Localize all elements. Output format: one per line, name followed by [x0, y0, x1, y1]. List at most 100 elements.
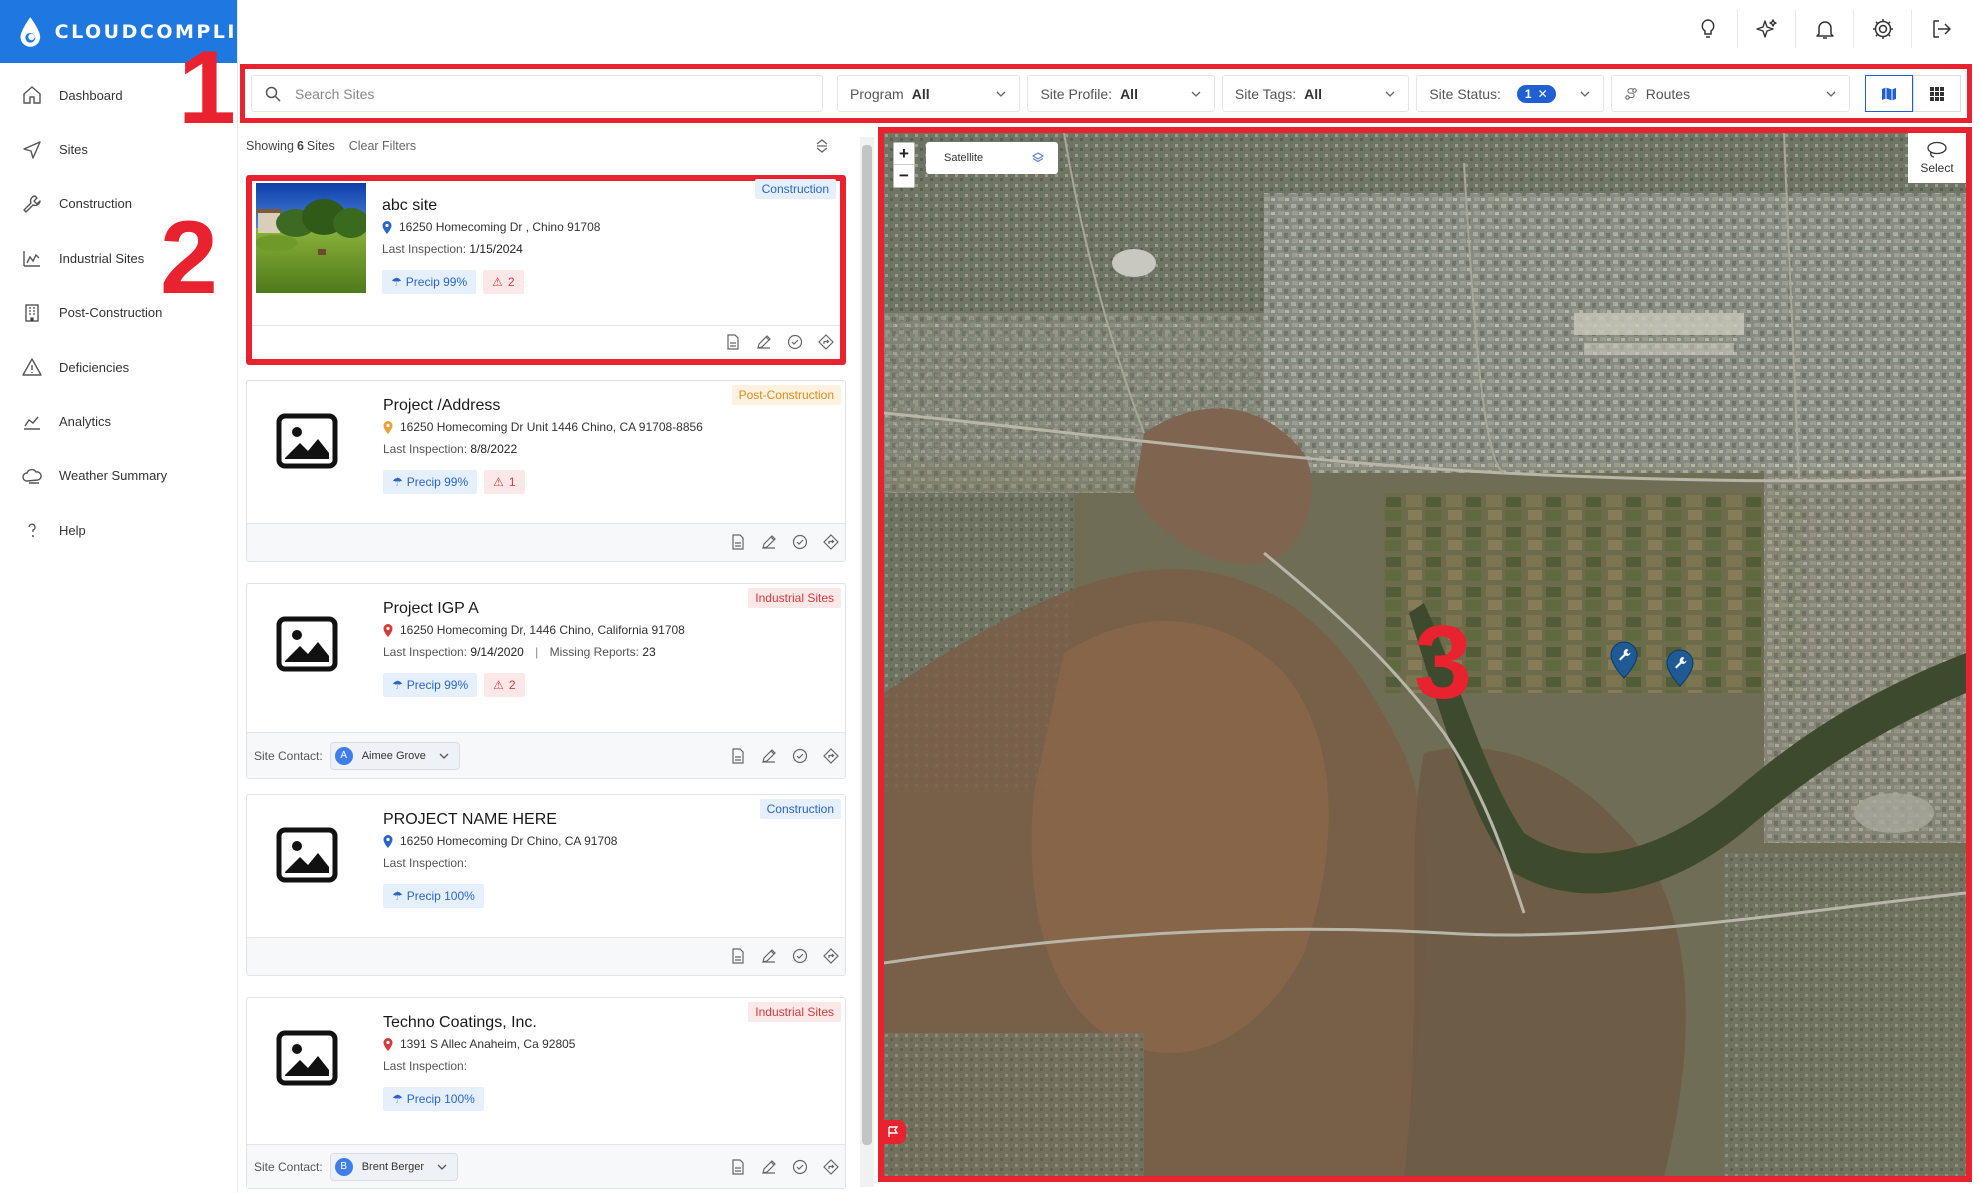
card-footer: [247, 523, 845, 561]
scrollbar-thumb[interactable]: [862, 145, 872, 1145]
routes-filter[interactable]: Routes: [1610, 75, 1850, 112]
sidebar-item-deficiencies[interactable]: Deficiencies: [0, 340, 237, 394]
warning-icon: ⚠: [493, 475, 504, 489]
gear-icon[interactable]: [1853, 10, 1911, 48]
program-filter-text: Program All: [850, 86, 930, 102]
site-card[interactable]: Construction PROJECT NAME HERE 16250 Hom…: [246, 794, 846, 976]
check-circle-icon[interactable]: [792, 948, 808, 964]
map-icon: [1881, 87, 1896, 100]
site-tags-label: Site Tags:: [1234, 85, 1297, 102]
search-box[interactable]: [251, 75, 824, 112]
bell-icon[interactable]: [1795, 10, 1853, 48]
avatar: A: [334, 746, 353, 765]
check-circle-icon[interactable]: [787, 334, 803, 350]
map-view-button[interactable]: [1864, 75, 1913, 112]
site-name[interactable]: PROJECT NAME HERE: [383, 811, 837, 829]
card-footer: Site Contact: A Aimee Grove: [247, 732, 845, 778]
list-scrollbar[interactable]: [860, 137, 874, 1187]
directions-icon[interactable]: [823, 948, 839, 964]
image-placeholder-icon: [276, 413, 338, 469]
chevron-down-icon: [1826, 91, 1836, 97]
status-count-chip[interactable]: 1 ✕: [1516, 84, 1556, 103]
site-marker-wrench-icon[interactable]: [1666, 649, 1694, 687]
site-contact-select[interactable]: A Aimee Grove: [329, 741, 460, 770]
site-name[interactable]: Project IGP A: [383, 600, 837, 618]
deficiency-badge[interactable]: ⚠ 2: [484, 673, 525, 697]
showing-suffix: Sites: [306, 139, 335, 153]
zoom-out-button[interactable]: −: [894, 165, 914, 187]
rain-icon: ☂: [392, 678, 403, 692]
document-icon[interactable]: [730, 534, 746, 550]
map-panel[interactable]: + − Satellite Select 3: [878, 127, 1972, 1182]
clear-filters-link[interactable]: Clear Filters: [349, 139, 416, 153]
zoom-in-button[interactable]: +: [894, 143, 914, 165]
chevron-down-icon: [1191, 91, 1201, 97]
edit-icon[interactable]: [756, 334, 772, 350]
precip-value: Precip 100%: [406, 1092, 475, 1106]
site-name[interactable]: Project /Address: [383, 397, 837, 415]
check-circle-icon[interactable]: [792, 748, 808, 764]
precip-badge[interactable]: ☂ Precip 99%: [383, 673, 478, 697]
map-select-tool[interactable]: Select: [1908, 133, 1966, 183]
directions-icon[interactable]: [823, 748, 839, 764]
site-card[interactable]: Industrial Sites Project IGP A 16250 Hom…: [246, 583, 846, 779]
precip-badge[interactable]: ☂ Precip 99%: [383, 470, 478, 494]
precip-badge[interactable]: ☂ Precip 100%: [383, 884, 484, 908]
site-name[interactable]: Techno Coatings, Inc.: [383, 1014, 837, 1032]
sidebar-item-analytics[interactable]: Analytics: [0, 394, 237, 448]
list-header: Showing 6 Sites Clear Filters: [240, 127, 860, 165]
card-body: PROJECT NAME HERE 16250 Homecoming Dr Ch…: [383, 811, 837, 908]
document-icon[interactable]: [730, 1159, 746, 1175]
site-profile-filter[interactable]: Site Profile: All: [1027, 75, 1215, 112]
lightbulb-icon[interactable]: [1679, 10, 1737, 48]
sidebar-item-weather-summary[interactable]: Weather Summary: [0, 449, 237, 503]
sparkle-icon[interactable]: [1737, 10, 1795, 48]
site-contact-select[interactable]: B Brent Berger: [329, 1152, 459, 1181]
directions-icon[interactable]: [823, 534, 839, 550]
deficiency-badge[interactable]: ⚠ 1: [484, 470, 525, 494]
site-card[interactable]: Construction abc site 16250 Homecoming D…: [246, 175, 846, 365]
edit-icon[interactable]: [761, 948, 777, 964]
site-card[interactable]: Post-Construction Project /Address 16250…: [246, 380, 846, 562]
last-inspection-date: 1/15/2024: [469, 242, 523, 256]
directions-icon[interactable]: [823, 1159, 839, 1175]
zoom-control: + −: [893, 142, 915, 188]
rain-icon: ☂: [392, 1092, 403, 1106]
showing-count: 6: [296, 139, 304, 153]
site-name[interactable]: abc site: [382, 197, 832, 215]
program-filter[interactable]: Program All: [837, 75, 1021, 112]
site-marker-wrench-icon[interactable]: [1610, 641, 1638, 679]
map-layer-select[interactable]: Satellite: [926, 142, 1058, 174]
check-circle-icon[interactable]: [792, 534, 808, 550]
document-icon[interactable]: [730, 748, 746, 764]
document-icon[interactable]: [725, 334, 741, 350]
site-card[interactable]: Industrial Sites Techno Coatings, Inc. 1…: [246, 997, 846, 1189]
precip-value: Precip 99%: [405, 275, 468, 289]
logout-icon[interactable]: [1911, 10, 1969, 48]
factory-icon: [21, 247, 43, 269]
program-value: All: [911, 85, 930, 102]
directions-icon[interactable]: [818, 334, 834, 350]
warning-icon: [21, 356, 43, 378]
site-status-label: Site Status:: [1429, 85, 1501, 102]
check-circle-icon[interactable]: [792, 1159, 808, 1175]
edit-icon[interactable]: [761, 748, 777, 764]
precip-badge[interactable]: ☂ Precip 100%: [383, 1087, 484, 1111]
sidebar-item-help[interactable]: Help: [0, 503, 237, 557]
search-input[interactable]: [295, 85, 795, 102]
edit-icon[interactable]: [761, 534, 777, 550]
site-marker-flag-icon[interactable]: [884, 1118, 906, 1148]
badges: ☂ Precip 99% ⚠ 1: [383, 470, 837, 494]
grid-view-button[interactable]: [1912, 75, 1961, 112]
document-icon[interactable]: [730, 948, 746, 964]
deficiency-badge[interactable]: ⚠ 2: [483, 270, 524, 294]
chevron-down-icon: [437, 1164, 447, 1170]
sort-icon[interactable]: [814, 138, 830, 154]
edit-icon[interactable]: [761, 1159, 777, 1175]
site-profile-value: All: [1120, 85, 1138, 102]
site-tags-filter[interactable]: Site Tags: All: [1221, 75, 1410, 112]
home-icon: [21, 84, 43, 106]
close-icon[interactable]: ✕: [1538, 87, 1548, 101]
precip-badge[interactable]: ☂ Precip 99%: [382, 270, 477, 294]
site-status-filter[interactable]: Site Status: 1 ✕: [1416, 75, 1604, 112]
